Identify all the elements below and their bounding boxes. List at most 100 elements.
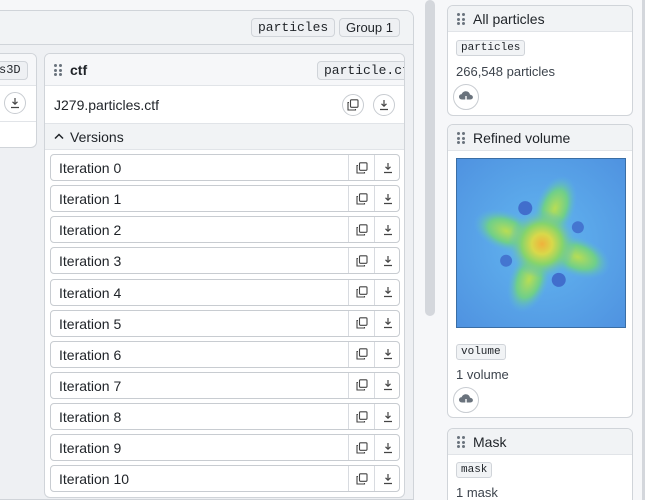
copy-icon xyxy=(355,442,368,454)
iteration-row: Iteration 10 xyxy=(50,465,400,493)
copy-iteration-button[interactable] xyxy=(348,310,374,336)
download-iteration-button[interactable] xyxy=(374,466,400,492)
drag-handle-icon[interactable] xyxy=(54,64,62,76)
panel-scrollbar[interactable] xyxy=(425,0,435,316)
chevron-up-icon xyxy=(54,133,64,140)
download-icon xyxy=(383,224,392,235)
group-tag: Group 1 xyxy=(339,18,400,37)
cloud-download-button[interactable] xyxy=(453,387,479,413)
iteration-label: Iteration 5 xyxy=(59,315,122,332)
download-iteration-button[interactable] xyxy=(374,186,400,212)
copy-icon xyxy=(355,348,368,360)
download-iteration-button[interactable] xyxy=(374,155,400,180)
iteration-row: Iteration 6 xyxy=(50,340,400,368)
ctf-output-card: ctf particle.ctf J279.particles.ctf Vers… xyxy=(44,53,405,498)
refined-volume-card: Refined volume volume 1 volume xyxy=(447,124,633,418)
mask-header: Mask xyxy=(448,429,632,455)
ctf-file-name: J279.particles.ctf xyxy=(54,97,160,113)
mask-card: Mask mask 1 mask xyxy=(447,428,633,500)
versions-toggle[interactable]: Versions xyxy=(45,124,404,150)
iteration-row: Iteration 5 xyxy=(50,309,400,337)
iteration-label: Iteration 1 xyxy=(59,191,122,208)
download-iteration-button[interactable] xyxy=(374,279,400,305)
download-icon xyxy=(383,349,392,360)
iteration-row: Iteration 4 xyxy=(50,278,400,306)
copy-icon xyxy=(355,379,368,392)
particles-tag: particles xyxy=(251,18,336,37)
copy-iteration-button[interactable] xyxy=(348,279,374,305)
download-iteration-button[interactable] xyxy=(374,372,400,398)
download-icon xyxy=(383,193,392,204)
all-particles-card: All particles particles 266,548 particle… xyxy=(447,5,633,116)
iteration-label: Iteration 6 xyxy=(59,346,122,363)
download-iteration-button[interactable] xyxy=(374,404,400,430)
copy-icon xyxy=(355,317,368,329)
iteration-row: Iteration 1 xyxy=(50,185,400,213)
copy-iteration-button[interactable] xyxy=(348,186,374,212)
download-icon xyxy=(380,100,388,111)
download-file-button[interactable] xyxy=(373,94,395,116)
download-iteration-button[interactable] xyxy=(374,310,400,336)
iteration-list: Iteration 0 Iteration 1 Iteration 2 Iterati… xyxy=(50,154,400,497)
versions-label: Versions xyxy=(70,129,124,145)
drag-handle-icon[interactable] xyxy=(457,13,465,25)
particles-type-tag: particles xyxy=(456,40,526,56)
iteration-label: Iteration 3 xyxy=(59,253,122,270)
particle-ctf-tag: particle.ctf xyxy=(317,61,404,80)
copy-iteration-button[interactable] xyxy=(348,372,374,398)
download-icon xyxy=(383,442,392,453)
download-icon xyxy=(383,380,392,391)
copy-icon xyxy=(355,161,368,174)
download-icon xyxy=(383,162,392,173)
copy-iteration-button[interactable] xyxy=(348,217,374,243)
copy-iteration-button[interactable] xyxy=(348,404,374,430)
job-panel-header: particles Group 1 xyxy=(0,11,413,45)
volume-type-tag: volume xyxy=(456,344,506,360)
download-icon xyxy=(383,411,392,422)
download-iteration-button[interactable] xyxy=(374,435,400,461)
partial-card-row xyxy=(0,86,36,122)
volume-preview-image xyxy=(456,158,626,328)
drag-handle-icon[interactable] xyxy=(457,132,465,144)
drag-handle-icon[interactable] xyxy=(457,436,465,448)
partial-download-button[interactable] xyxy=(4,92,26,114)
copy-iteration-button[interactable] xyxy=(348,155,374,180)
partial-output-card: s3D xyxy=(0,53,37,148)
iteration-label: Iteration 8 xyxy=(59,409,122,426)
iteration-label: Iteration 4 xyxy=(59,284,122,301)
download-iteration-button[interactable] xyxy=(374,248,400,274)
copy-iteration-button[interactable] xyxy=(348,248,374,274)
download-icon xyxy=(383,287,392,298)
copy-icon xyxy=(355,192,368,205)
iteration-row: Iteration 9 xyxy=(50,434,400,462)
mask-count: 1 mask xyxy=(456,485,498,500)
copy-icon xyxy=(355,286,368,298)
cloud-download-icon xyxy=(459,91,473,104)
download-iteration-button[interactable] xyxy=(374,341,400,367)
refined-volume-title: Refined volume xyxy=(473,130,571,146)
copy-icon xyxy=(355,473,368,485)
download-icon xyxy=(383,473,392,485)
iteration-label: Iteration 10 xyxy=(59,471,130,488)
partial-card-header: s3D xyxy=(0,54,36,86)
ctf-file-row: J279.particles.ctf xyxy=(45,86,404,124)
cloud-download-button[interactable] xyxy=(453,84,479,110)
copy-path-button[interactable] xyxy=(342,94,364,116)
copy-icon xyxy=(355,255,368,267)
all-particles-title: All particles xyxy=(473,11,545,27)
refined-volume-header: Refined volume xyxy=(448,125,632,151)
copy-icon xyxy=(355,224,368,236)
copy-iteration-button[interactable] xyxy=(348,341,374,367)
iteration-row: Iteration 0 xyxy=(50,154,400,181)
iteration-label: Iteration 7 xyxy=(59,377,122,394)
ctf-card-title: ctf xyxy=(70,62,88,78)
copy-icon xyxy=(355,410,368,423)
iteration-row: Iteration 7 xyxy=(50,371,400,399)
copy-iteration-button[interactable] xyxy=(348,466,374,492)
copy-iteration-button[interactable] xyxy=(348,435,374,461)
download-iteration-button[interactable] xyxy=(374,217,400,243)
copy-icon xyxy=(347,99,359,111)
iteration-row: Iteration 3 xyxy=(50,247,400,275)
ctf-card-header: ctf particle.ctf xyxy=(45,54,404,86)
mask-type-tag: mask xyxy=(456,462,493,478)
